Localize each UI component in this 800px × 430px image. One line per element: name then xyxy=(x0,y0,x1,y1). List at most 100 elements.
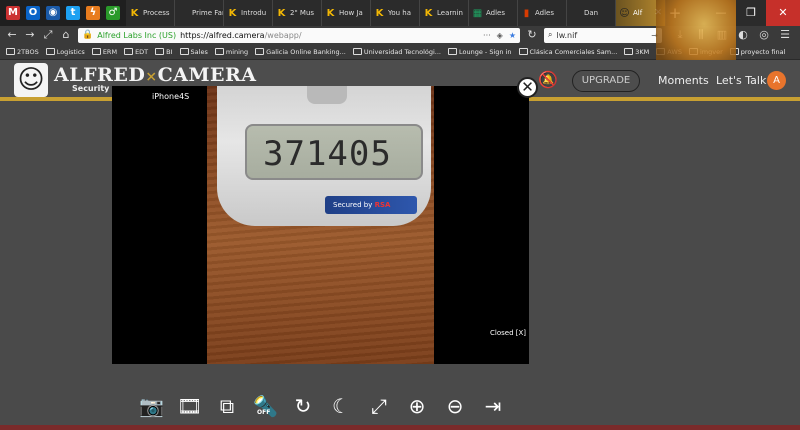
bookmark-item[interactable]: mining xyxy=(214,47,249,56)
tab-favicon-icon: K xyxy=(326,7,335,19)
muted-notification-icon[interactable]: 🔕 xyxy=(538,70,558,89)
address-bar[interactable]: 🔒 Alfred Labs Inc (US) https://alfred.ca… xyxy=(78,27,520,43)
outlook-icon[interactable]: O xyxy=(26,6,40,20)
tab-9[interactable]: Dan xyxy=(567,0,616,26)
globe-icon[interactable]: ◉ xyxy=(46,6,60,20)
tab-label: Adles xyxy=(486,9,506,17)
alfred-favicon-icon: ☺ xyxy=(619,7,630,19)
twitter-icon[interactable]: t xyxy=(66,6,80,20)
token-keyring-slot xyxy=(307,86,347,104)
exit-icon[interactable]: ⇥ xyxy=(481,394,505,418)
tab-2[interactable]: K Introdu xyxy=(224,0,273,26)
flashlight-off-label: OFF xyxy=(257,409,271,416)
bookmark-item[interactable]: BI xyxy=(155,48,173,56)
maximize-button[interactable]: ❐ xyxy=(736,0,766,26)
search-input[interactable]: ⌕ lw.nif → xyxy=(544,27,662,43)
bookmark-item[interactable]: Logistics xyxy=(45,48,85,56)
bookmark-item[interactable]: Galicia Online Banking... xyxy=(255,48,346,56)
bookmark-item[interactable]: 2TBOS xyxy=(6,48,39,56)
new-tab-button[interactable]: + xyxy=(666,0,684,26)
tab-4[interactable]: K How Ja xyxy=(322,0,371,26)
tab-3[interactable]: K 2" Mus xyxy=(273,0,322,26)
night-mode-icon[interactable]: ☾ xyxy=(329,394,353,418)
reload-icon[interactable]: ↻ xyxy=(526,26,538,44)
snapshot-icon[interactable]: 📷 xyxy=(139,394,164,418)
window-close-button[interactable]: ✕ xyxy=(766,0,800,26)
tab-1[interactable]: Prime Fantas xyxy=(175,0,224,26)
sync-icon[interactable]: ◎ xyxy=(758,26,770,44)
window-controls: — ❐ ✕ xyxy=(706,0,800,26)
tab-close-icon[interactable]: ✕ xyxy=(654,8,662,18)
gender-icon[interactable]: ♂ xyxy=(106,6,120,20)
folder-icon xyxy=(352,48,362,55)
bookmark-item[interactable]: Sales xyxy=(179,48,208,56)
bookmark-label: Galicia Online Banking... xyxy=(266,47,346,56)
rotate-icon[interactable]: ↻ xyxy=(291,394,315,418)
more-actions-icon[interactable]: ··· xyxy=(483,31,491,40)
folder-icon xyxy=(214,48,224,55)
home-icon[interactable]: ⌂ xyxy=(60,26,72,44)
bookmark-item[interactable]: 3KM xyxy=(624,48,649,56)
switch-camera-icon[interactable]: ⧉ xyxy=(215,394,239,418)
bookmark-item[interactable]: imgver xyxy=(688,47,723,56)
zoom-out-icon[interactable]: ⊖ xyxy=(443,394,467,418)
badge-text: Secured by xyxy=(333,201,373,209)
search-go-icon[interactable]: → xyxy=(651,31,658,40)
brand-name-right: CAMERA xyxy=(157,64,257,86)
record-icon[interactable]: 🎞 xyxy=(177,394,202,418)
tab-favicon-icon: ▦ xyxy=(472,7,483,19)
back-icon[interactable]: ← xyxy=(6,26,18,44)
expand-icon[interactable]: ⤢ xyxy=(42,26,54,44)
tab-label: Prime Fantas xyxy=(192,9,223,17)
tab-0[interactable]: K Process xyxy=(126,0,175,26)
closed-caption[interactable]: Closed [X] xyxy=(490,329,526,337)
bookmark-item[interactable]: AWS xyxy=(656,48,682,56)
folder-icon xyxy=(624,48,634,55)
bookmark-item[interactable]: proyecto final xyxy=(729,48,785,56)
minimize-button[interactable]: — xyxy=(706,0,736,26)
extension-icon[interactable]: ◐ xyxy=(737,26,749,44)
tab-5[interactable]: K You ha xyxy=(371,0,420,26)
bookmark-star-icon[interactable]: ★ xyxy=(509,31,516,40)
library-icon[interactable]: ⫼ xyxy=(695,26,707,44)
fullscreen-icon[interactable]: ⤢ xyxy=(367,394,391,418)
bookmark-label: 2TBOS xyxy=(17,47,39,56)
bookmark-item[interactable]: ERM xyxy=(91,48,117,56)
bookmark-label: mining xyxy=(225,47,249,56)
sidebar-icon[interactable]: ▥ xyxy=(716,26,728,44)
brand-separator: × xyxy=(145,69,158,85)
close-viewer-button[interactable]: ✕ xyxy=(517,77,538,98)
tab-favicon-icon: K xyxy=(130,7,139,19)
download-icon[interactable]: ⤓ xyxy=(674,26,686,44)
brand-logo[interactable]: ALFRED×CAMERA xyxy=(54,64,257,86)
folder-icon xyxy=(255,48,265,55)
bookmark-item[interactable]: Clásica Comerciales Sam... xyxy=(518,47,618,56)
tab-8[interactable]: ▮ Adles xyxy=(518,0,567,26)
menu-icon[interactable]: ☰ xyxy=(779,26,791,44)
tab-active-alfred[interactable]: ☺ Alf ✕ xyxy=(616,0,666,26)
bolt-icon[interactable]: ϟ xyxy=(86,6,100,20)
tab-6[interactable]: K Learnin xyxy=(420,0,469,26)
tab-label: Dan xyxy=(584,9,599,17)
bookmark-item[interactable]: EDT xyxy=(124,48,148,56)
alfred-logo-icon[interactable]: ☺ xyxy=(14,63,48,97)
tab-7[interactable]: ▦ Adles xyxy=(469,0,518,26)
pocket-icon[interactable]: ◈ xyxy=(497,31,503,40)
folder-icon xyxy=(688,48,698,55)
zoom-in-icon[interactable]: ⊕ xyxy=(405,394,429,418)
flashlight-off-icon[interactable]: 🔦 OFF xyxy=(253,394,278,418)
viewer-controls: 📷 🎞 ⧉ 🔦 OFF ↻ ☾ ⤢ ⊕ ⊖ ⇥ xyxy=(139,394,505,418)
bookmark-label: imgver xyxy=(699,47,723,56)
avatar[interactable]: A xyxy=(767,71,786,90)
bookmark-item[interactable]: Lounge - Sign in xyxy=(448,48,512,56)
moments-link[interactable]: Moments xyxy=(658,74,709,87)
upgrade-button[interactable]: UPGRADE xyxy=(572,70,640,92)
gmail-icon[interactable]: M xyxy=(6,6,20,20)
forward-icon[interactable]: → xyxy=(24,26,36,44)
bookmark-item[interactable]: Universidad Tecnológi... xyxy=(352,48,441,56)
tab-favicon-icon: K xyxy=(228,7,237,19)
lets-talk-link[interactable]: Let's Talk xyxy=(716,74,766,87)
tab-label: Process xyxy=(143,9,170,17)
tab-label: 2" Mus xyxy=(290,9,315,17)
bookmark-label: Clásica Comerciales Sam... xyxy=(529,47,618,56)
